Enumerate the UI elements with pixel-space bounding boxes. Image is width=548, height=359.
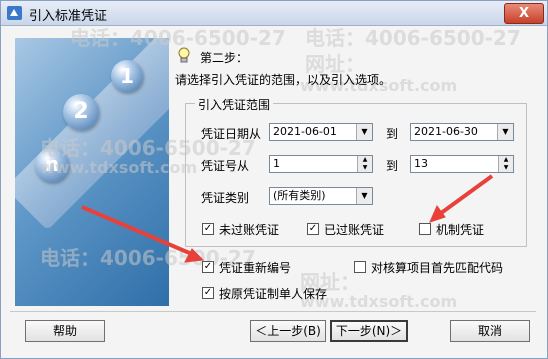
renumber-checkbox[interactable]: ✓ <box>202 261 214 273</box>
date-to-value: 2021-06-30 <box>414 125 478 138</box>
cancel-button[interactable]: 取消 <box>450 320 530 342</box>
date-from-label: 凭证日期从 <box>201 127 262 141</box>
number-to-input[interactable]: 13 ▲ ▼ <box>410 155 514 173</box>
pen-graphic <box>15 38 169 231</box>
chevron-down-icon[interactable]: ▼ <box>497 124 513 140</box>
app-icon <box>7 6 22 20</box>
number-to-value: 13 <box>414 157 428 170</box>
spin-arrows-icon[interactable]: ▲ ▼ <box>498 156 513 172</box>
number-from-value: 1 <box>273 157 280 170</box>
title-bar[interactable]: 引入标准凭证 X <box>1 1 547 26</box>
date-to-picker[interactable]: 2021-06-30 ▼ <box>410 123 514 141</box>
spin-arrows-icon[interactable]: ▲ ▼ <box>357 156 372 172</box>
keep-maker-checkbox[interactable]: ✓ <box>202 287 214 299</box>
step-description: 请选择引入凭证的范围，以及引入选项。 <box>175 73 392 87</box>
to-label: 到 <box>386 127 399 141</box>
divider <box>10 311 536 312</box>
chevron-down-icon[interactable]: ▼ <box>356 188 372 204</box>
posted-label: 已过账凭证 <box>324 223 385 237</box>
date-from-value: 2021-06-01 <box>273 125 337 138</box>
match-code-label: 对核算项目首先匹配代码 <box>371 261 504 275</box>
voucher-type-select[interactable]: (所有类别) ▼ <box>269 187 373 205</box>
type-label: 凭证类别 <box>201 191 250 205</box>
to-label: 到 <box>386 159 399 173</box>
keep-maker-label: 按原凭证制单人保存 <box>219 287 328 301</box>
renumber-label: 凭证重新编号 <box>219 261 292 275</box>
close-button[interactable]: X <box>504 3 544 24</box>
wizard-graphic: 1 2 n <box>15 38 169 306</box>
help-button[interactable]: 帮助 <box>25 320 105 342</box>
next-button[interactable]: 下一步(N)＞ <box>330 320 408 342</box>
range-group-label: 引入凭证范围 <box>195 96 274 113</box>
lightbulb-icon <box>178 47 190 63</box>
ball-2: 2 <box>63 94 99 130</box>
unposted-checkbox[interactable]: ✓ <box>202 223 214 235</box>
posted-checkbox[interactable]: ✓ <box>307 223 319 235</box>
step-title: 第二步： <box>200 51 249 65</box>
machine-checkbox[interactable] <box>419 223 431 235</box>
match-code-checkbox[interactable] <box>354 261 366 273</box>
chevron-down-icon[interactable]: ▼ <box>356 124 372 140</box>
window-title: 引入标准凭证 <box>29 9 108 24</box>
ball-n: n <box>35 148 69 182</box>
voucher-type-value: (所有类别) <box>273 189 326 202</box>
number-from-label: 凭证号从 <box>201 159 250 173</box>
back-button[interactable]: ＜上一步(B) <box>250 320 326 342</box>
machine-label: 机制凭证 <box>436 223 485 237</box>
date-from-picker[interactable]: 2021-06-01 ▼ <box>269 123 373 141</box>
unposted-label: 未过账凭证 <box>219 223 280 237</box>
number-from-input[interactable]: 1 ▲ ▼ <box>269 155 373 173</box>
ball-1: 1 <box>111 60 143 92</box>
